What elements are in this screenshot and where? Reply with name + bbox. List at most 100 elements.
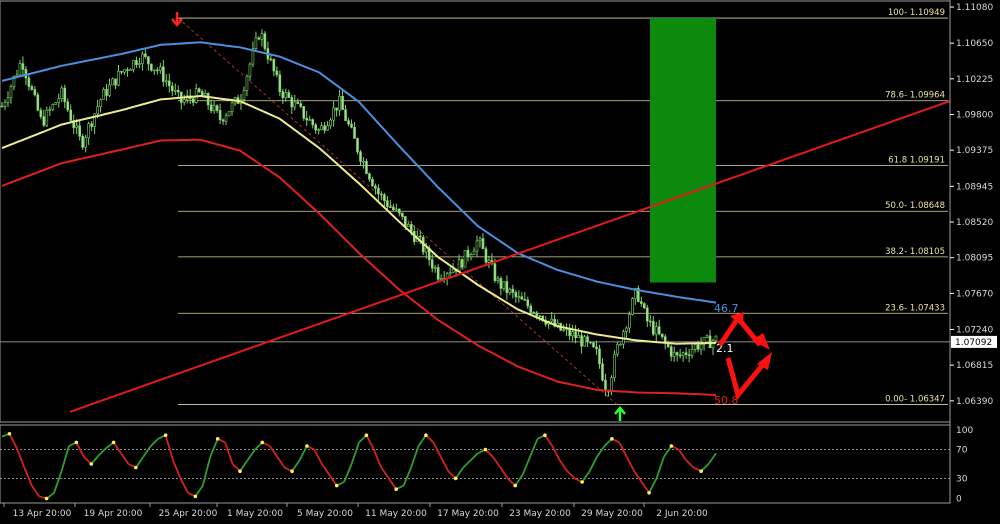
candle-body xyxy=(359,151,362,162)
price-tick-label: 1.09800 xyxy=(956,111,993,121)
candle-body xyxy=(672,352,676,357)
candle-body xyxy=(257,37,261,40)
candle-body xyxy=(165,80,168,83)
current-price-label: 1.07092 xyxy=(955,338,992,348)
price-tick-label: 1.11080 xyxy=(956,3,993,13)
candle-body xyxy=(404,216,407,227)
candle-body xyxy=(63,87,67,103)
oscillator-turn-marker xyxy=(669,444,674,448)
candle-body xyxy=(323,125,326,131)
candle-body xyxy=(245,75,249,91)
candle-body xyxy=(78,125,81,137)
candle-body xyxy=(693,344,697,350)
candle-body xyxy=(182,99,186,103)
candle-body xyxy=(424,247,428,253)
candle-body xyxy=(57,98,61,103)
candle-body xyxy=(505,281,509,293)
candle-body xyxy=(176,90,180,93)
candle-body xyxy=(401,212,404,217)
candle-body xyxy=(263,33,267,49)
candle-body xyxy=(374,185,377,189)
candle-body xyxy=(36,94,40,111)
candle-body xyxy=(206,93,210,106)
candle-body xyxy=(362,161,365,163)
candle-body xyxy=(574,331,577,339)
candle-body xyxy=(625,327,628,332)
candle-body xyxy=(42,116,46,126)
candle-body xyxy=(108,84,111,96)
candle-body xyxy=(714,335,718,342)
candle-body xyxy=(418,235,422,238)
candle-body xyxy=(144,53,147,57)
candle-body xyxy=(687,354,691,356)
fib-level-label: 50.0- 1.08648 xyxy=(885,201,945,211)
time-tick-label: 11 May 20:00 xyxy=(365,509,427,519)
candle-body xyxy=(54,102,58,105)
candle-body xyxy=(598,348,601,364)
candle-body xyxy=(27,77,31,87)
target-box-layer xyxy=(650,18,716,283)
time-tick-label: 5 May 20:00 xyxy=(297,509,353,519)
candle-body xyxy=(305,117,309,121)
candle-body xyxy=(684,352,688,355)
candle-body xyxy=(469,254,473,258)
candle-body xyxy=(595,346,598,350)
candle-body xyxy=(341,96,344,110)
oscillator-turn-marker xyxy=(74,440,79,445)
candle-body xyxy=(191,98,195,103)
time-tick-label: 19 Apr 20:00 xyxy=(84,509,143,519)
candle-body xyxy=(643,303,646,309)
oscillator-turn-marker xyxy=(453,476,458,481)
time-tick-label: 13 Apr 20:00 xyxy=(13,509,72,519)
oscillator-level-label: 70 xyxy=(956,446,968,456)
time-tick-label: 1 May 20:00 xyxy=(227,509,283,519)
candle-body xyxy=(3,102,7,107)
oscillator-turn-marker xyxy=(215,437,220,441)
candle-body xyxy=(460,259,464,268)
candle-body xyxy=(308,119,312,121)
oscillator-turn-marker xyxy=(111,440,116,445)
candle-body xyxy=(275,70,279,76)
candle-body xyxy=(705,335,709,338)
candle-body xyxy=(332,107,335,121)
candle-body xyxy=(120,70,123,73)
candle-body xyxy=(66,101,70,111)
chart-background xyxy=(0,0,1000,524)
candle-body xyxy=(272,59,276,72)
candle-body xyxy=(657,326,661,335)
candle-body xyxy=(690,349,694,356)
candle-body xyxy=(51,104,55,110)
candle-body xyxy=(18,63,22,76)
oscillator-turn-marker xyxy=(89,462,94,466)
price-tick-label: 1.06390 xyxy=(956,397,993,407)
candle-body xyxy=(254,37,258,49)
candle-body xyxy=(248,63,252,77)
target-box xyxy=(650,18,716,283)
candle-body xyxy=(481,238,485,250)
candle-body xyxy=(502,281,506,289)
ma-value-label: 50.8 xyxy=(714,394,739,407)
candle-body xyxy=(508,288,512,293)
candle-body xyxy=(475,240,479,252)
candle-body xyxy=(586,336,589,343)
candle-body xyxy=(654,326,658,335)
oscillator-turn-marker xyxy=(699,469,703,474)
candle-body xyxy=(711,340,715,349)
candle-body xyxy=(395,208,398,211)
candle-body xyxy=(99,99,102,107)
candle-body xyxy=(589,341,592,344)
price-tick-label: 1.10650 xyxy=(956,39,993,49)
candle-body xyxy=(592,342,595,348)
candle-body xyxy=(628,314,631,329)
candle-body xyxy=(138,63,141,66)
candle-body xyxy=(105,89,108,96)
candle-body xyxy=(619,343,622,346)
oscillator-turn-marker xyxy=(290,469,294,474)
candle-body xyxy=(33,89,37,96)
candle-body xyxy=(368,173,371,180)
candle-body xyxy=(389,206,392,208)
candle-body xyxy=(645,307,649,322)
oscillator-turn-marker xyxy=(647,491,651,495)
candle-body xyxy=(463,249,467,268)
price-tick-label: 1.07240 xyxy=(956,325,993,335)
